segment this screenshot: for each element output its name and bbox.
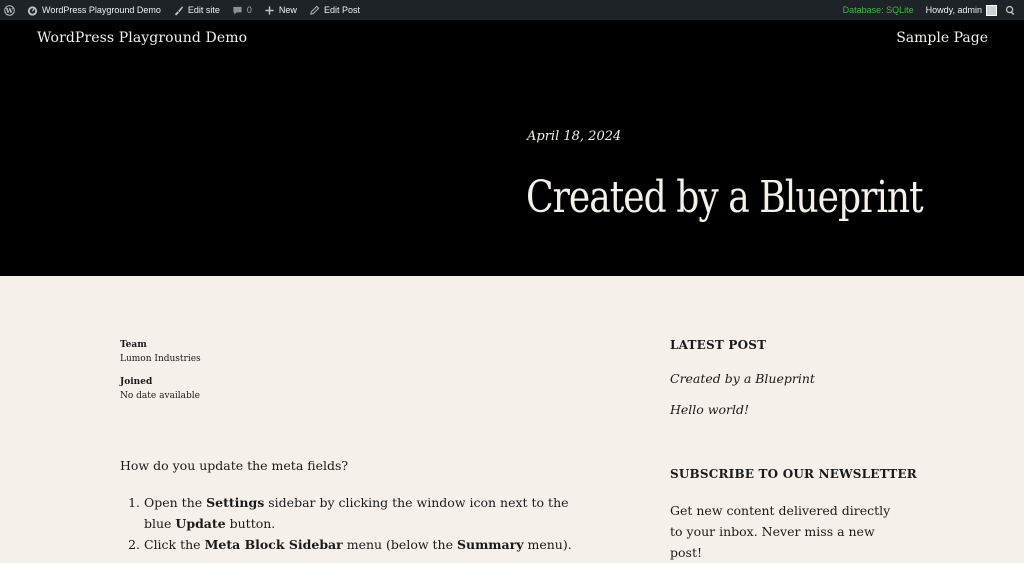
newsletter-text: Get new content delivered directly to yo… [670,503,891,560]
site-name-menu[interactable]: WordPress Playground Demo [21,0,167,20]
content-question: How do you update the meta fields? [120,458,349,473]
search-icon [1005,5,1015,15]
step2-text-c: menu (below the [342,537,457,552]
pencil-icon [310,5,320,15]
nav-item-sample-page[interactable]: Sample Page [896,30,988,46]
comments-count: 0 [246,5,252,15]
latest-post-heading: LATEST POST [670,338,767,352]
latest-post-link[interactable]: Hello world! [670,402,749,417]
account-menu[interactable]: Howdy, admin [920,0,1003,20]
joined-label: Joined [120,377,153,387]
site-name-label: WordPress Playground Demo [42,5,161,15]
howdy-label: Howdy, admin [925,5,982,15]
search-button[interactable] [1003,0,1018,20]
svg-text:W: W [5,6,14,14]
comments-button[interactable]: 0 [226,0,258,20]
post-title: Created by a Blueprint [526,172,924,223]
step1-text-a: Open the [144,495,207,510]
edit-post-button[interactable]: Edit Post [303,0,366,20]
admin-bar-right: Database: SQLite Howdy, admin [837,0,1024,20]
database-indicator: Database: SQLite [842,5,914,15]
step1-text-e: button. [225,516,276,531]
plus-icon [265,5,274,15]
meta-team: Team Lumon Industries [120,340,560,364]
post-header-hero: WordPress Playground Demo Sample Page Ap… [0,20,1024,276]
meta-fields: Team Lumon Industries Joined No date ava… [120,340,560,401]
step2-text-a: Click the [144,537,205,552]
edit-post-label: Edit Post [323,5,360,15]
edit-site-button[interactable]: Edit site [167,0,226,20]
dashboard-icon [27,5,38,16]
admin-bar-left: W WordPress Playground Demo Edit site 0 [0,0,366,20]
team-label: Team [120,340,147,350]
step2-text-e: menu). [523,537,572,552]
site-title-link[interactable]: WordPress Playground Demo [37,30,247,46]
avatar [986,4,997,16]
comment-icon [233,6,242,15]
wordpress-icon: W [4,4,15,16]
step1-settings: Settings [206,495,265,510]
step2-summary: Summary [456,537,524,552]
new-label: New [278,5,297,15]
wordpress-logo-button[interactable]: W [0,0,21,20]
brush-icon [174,5,183,16]
newsletter-heading: SUBSCRIBE TO OUR NEWSLETTER [670,467,917,481]
latest-post-link[interactable]: Created by a Blueprint [670,371,815,386]
edit-site-label: Edit site [187,5,220,15]
sidebar: LATEST POST Created by a Blueprint Hello… [670,338,970,560]
steps-list: Open the Settings sidebar by clicking th… [120,492,584,555]
list-item: Open the Settings sidebar by clicking th… [144,492,584,534]
admin-bar: W WordPress Playground Demo Edit site 0 [0,0,1024,20]
step1-update: Update [175,516,226,531]
meta-joined: Joined No date available [120,377,560,401]
new-content-button[interactable]: New [258,0,303,20]
step2-meta-block-sidebar: Meta Block Sidebar [204,537,343,552]
joined-value: No date available [120,391,200,401]
team-value: Lumon Industries [120,354,201,364]
post-date: April 18, 2024 [527,129,622,144]
